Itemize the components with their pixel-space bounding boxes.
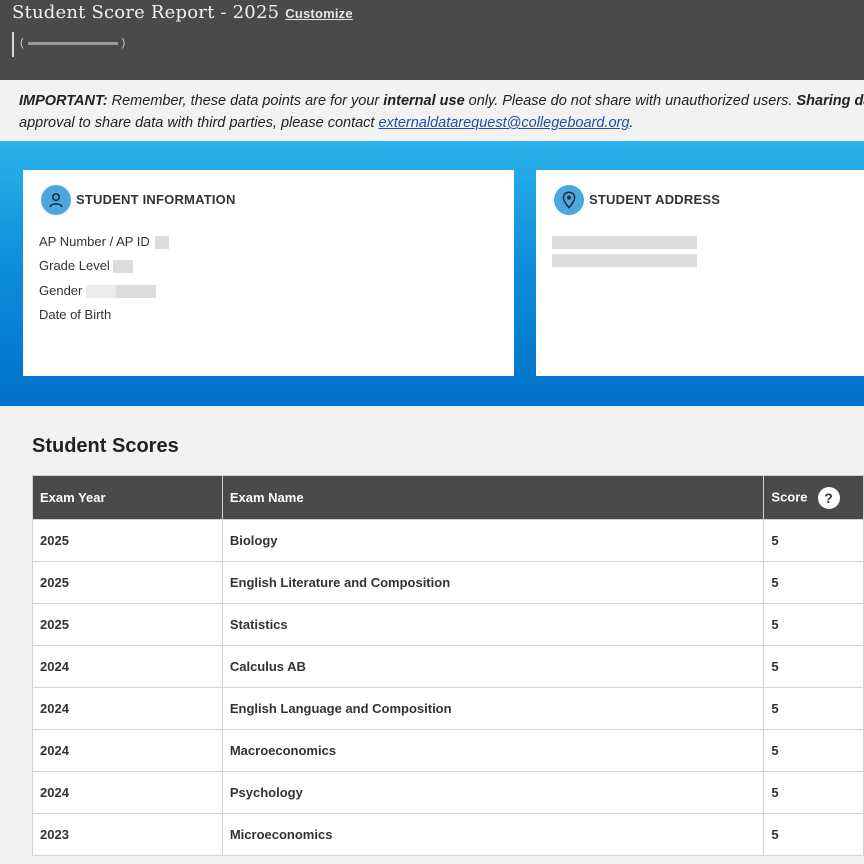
student-information-card: STUDENT INFORMATION AP Number / AP ID Gr… — [23, 170, 514, 376]
gender-label: Gender — [39, 283, 83, 298]
score-cell: 5 — [763, 687, 864, 730]
exam-name-cell: English Language and Composition — [221, 687, 765, 730]
column-header-exam-name[interactable]: Exam Name — [221, 475, 765, 520]
gender-row: Gender — [39, 283, 156, 299]
score-cell: 5 — [763, 519, 864, 562]
table-row: 2024 Calculus AB 5 — [32, 645, 864, 688]
redacted-address-line — [552, 252, 697, 268]
exam-year-cell: 2024 — [32, 687, 223, 730]
exam-year-cell: 2025 — [32, 561, 223, 604]
ap-number-row: AP Number / AP ID — [39, 234, 170, 250]
redacted-ap-number — [155, 236, 170, 250]
scores-table: Exam Year Exam Name Score? 2025 Biology 5 … — [32, 475, 864, 856]
customize-link[interactable]: Customize — [285, 6, 353, 21]
table-row: 2025 English Literature and Composition 5 — [32, 561, 864, 604]
notice-important-label: IMPORTANT: — [19, 93, 108, 109]
redacted-gender — [116, 285, 156, 299]
student-information-title: STUDENT INFORMATION — [76, 192, 236, 207]
email-link[interactable]: externaldatarequest@collegeboard.org — [378, 115, 629, 131]
exam-name-cell: Biology — [221, 519, 765, 562]
exam-year-cell: 2025 — [32, 519, 223, 562]
exam-name-cell: Statistics — [221, 603, 765, 646]
column-header-score[interactable]: Score? — [763, 475, 864, 520]
student-scores-title: Student Scores — [32, 435, 179, 457]
exam-year-cell: 2023 — [32, 813, 223, 856]
score-cell: 5 — [763, 603, 864, 646]
notice-text-part: Remember, these data points are for your — [107, 93, 384, 109]
score-header-label: Score — [771, 488, 808, 504]
exam-name-cell: Macroeconomics — [221, 729, 765, 772]
grade-level-row: Grade Level — [39, 258, 134, 274]
student-address-title: STUDENT ADDRESS — [589, 192, 721, 207]
table-row: 2024 Macroeconomics 5 — [32, 729, 864, 772]
score-cell: 5 — [763, 729, 864, 772]
exam-name-cell: English Literature and Composition — [221, 561, 765, 604]
location-pin-icon — [554, 185, 584, 215]
exam-year-cell: 2024 — [32, 771, 223, 814]
report-header: Student Score Report - 2025 Customize () — [0, 0, 864, 80]
table-header-row: Exam Year Exam Name Score? — [32, 475, 864, 520]
grade-level-label: Grade Level — [39, 258, 110, 273]
notice-text: IMPORTANT: Remember, these data points a… — [19, 90, 864, 134]
table-row: 2025 Biology 5 — [32, 519, 864, 562]
exam-year-cell: 2024 — [32, 645, 223, 688]
student-address-card: STUDENT ADDRESS — [536, 170, 864, 376]
report-title-text: Student Score Report - 2025 — [12, 2, 280, 23]
important-notice: IMPORTANT: Remember, these data points a… — [0, 80, 864, 141]
redacted-grade-level — [113, 260, 134, 274]
help-icon[interactable]: ? — [817, 486, 840, 509]
score-cell: 5 — [763, 645, 864, 688]
redacted-address-line — [552, 234, 697, 250]
exam-name-cell: Microeconomics — [221, 813, 765, 856]
table-row: 2024 Psychology 5 — [32, 771, 864, 814]
exam-name-cell: Psychology — [221, 771, 765, 814]
notice-text-part: only. Please do not share with unauthori… — [464, 93, 797, 109]
table-row: 2024 English Language and Composition 5 — [32, 687, 864, 730]
notice-text-part: approval to share data with third partie… — [19, 115, 379, 131]
redacted-student-name: () — [20, 37, 126, 49]
person-icon — [41, 185, 71, 215]
report-title: Student Score Report - 2025 Customize — [12, 2, 353, 23]
score-cell: 5 — [763, 561, 864, 604]
redacted-address — [552, 236, 697, 250]
score-cell: 5 — [763, 771, 864, 814]
notice-internal-use: internal use — [383, 93, 465, 109]
header-divider — [12, 32, 14, 57]
notice-period: . — [629, 115, 634, 131]
date-of-birth-row: Date of Birth — [39, 307, 111, 322]
score-cell: 5 — [763, 813, 864, 856]
table-row: 2023 Microeconomics 5 — [32, 813, 864, 856]
table-row: 2025 Statistics 5 — [32, 603, 864, 646]
notice-sharing: Sharing da — [796, 93, 864, 109]
column-header-exam-year[interactable]: Exam Year — [32, 475, 223, 520]
redacted-gender — [86, 285, 116, 299]
ap-number-label: AP Number / AP ID — [39, 234, 150, 249]
redacted-address — [552, 254, 697, 268]
exam-year-cell: 2025 — [32, 603, 223, 646]
date-of-birth-label: Date of Birth — [39, 307, 112, 322]
exam-name-cell: Calculus AB — [221, 645, 765, 688]
exam-year-cell: 2024 — [32, 729, 223, 772]
